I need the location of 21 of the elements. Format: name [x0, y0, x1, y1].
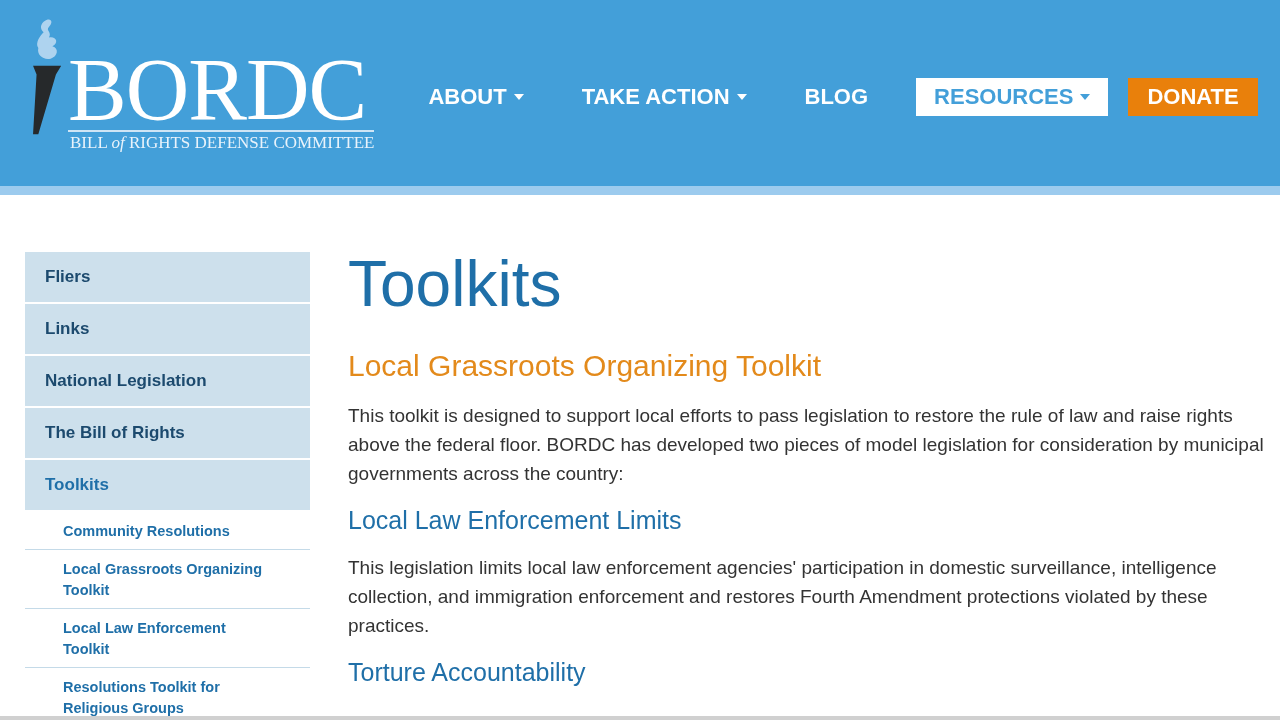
sidebar-item[interactable]: Links [25, 304, 310, 354]
subsection-heading: Local Law Enforcement Limits [348, 505, 683, 536]
section-heading: Local Grassroots Organizing Toolkit [348, 348, 822, 384]
sidebar-item[interactable]: The Bill of Rights [25, 408, 310, 458]
sidebar-subitem[interactable]: Local Law Enforcement Toolkit [25, 609, 310, 668]
donate-button[interactable]: DONATE [1128, 78, 1258, 116]
sidebar-subitem[interactable]: Community Resolutions [25, 512, 310, 550]
logo-tagline: BILL of RIGHTS DEFENSE COMMITTEE [70, 133, 375, 153]
body-paragraph: This legislation limits local law enforcement agencies' participation in domestic surveillance, intelligence collection, and immigration enforcement and restores Fourth Amendment protections violated by these practices. [348, 556, 1218, 638]
nav-link[interactable]: BLOG [794, 78, 879, 116]
sidebar-item[interactable]: Toolkits [25, 460, 310, 510]
nav-link[interactable]: TAKE ACTION [571, 78, 757, 116]
body-paragraph: This toolkit is designed to support local efforts to pass legislation to restore the rule of law and raise rights above the federal floor. BORDC has developed two pieces of model legislation for consideration by municipal governments across the country: [348, 404, 1265, 486]
subsection-heading: Torture Accountability [348, 657, 587, 688]
nav-link[interactable]: RESOURCES [916, 78, 1109, 116]
page-title: Toolkits [348, 247, 563, 322]
sidebar-item[interactable]: Fliers [25, 252, 310, 302]
logo-wordmark[interactable]: BORDC [68, 52, 375, 132]
nav-link[interactable]: ABOUT [418, 78, 534, 116]
sidebar-subitem[interactable]: Local Grassroots Organizing Toolkit [25, 550, 310, 609]
sidebar-item[interactable]: National Legislation [25, 356, 310, 406]
